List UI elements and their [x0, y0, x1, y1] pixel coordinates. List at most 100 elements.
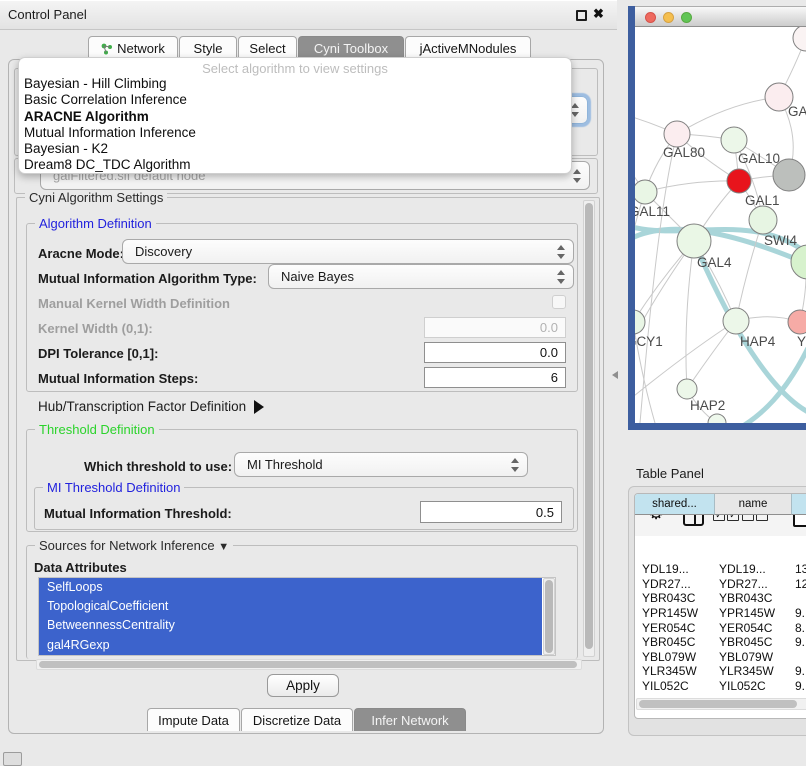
table-row[interactable]: YBL079WYBL079W [635, 650, 806, 665]
attribute-item[interactable]: SelfLoops [39, 578, 542, 597]
network-node[interactable] [749, 206, 777, 234]
table-row[interactable]: YBR043CYBR043C [635, 591, 806, 606]
mi-threshold-label: Mutual Information Threshold: [44, 506, 232, 521]
network-edge[interactable] [736, 220, 763, 321]
table-cell: 12 [792, 577, 806, 591]
network-edge[interactable] [635, 241, 694, 345]
network-node[interactable] [788, 310, 806, 334]
close-traffic-light[interactable] [645, 12, 656, 23]
network-node[interactable] [791, 245, 806, 279]
algorithm-option[interactable]: ARACNE Algorithm [19, 109, 571, 125]
close-icon[interactable]: ✖ [593, 6, 604, 22]
settings-horizontal-scrollbar[interactable] [36, 659, 582, 670]
attribute-item[interactable]: gal4RGexp [39, 636, 542, 655]
kernel-width-field[interactable] [424, 317, 566, 338]
table-row[interactable]: YDR27...YDR27...12 [635, 577, 806, 592]
table-cell: YPR145W [715, 606, 792, 620]
minimized-panel-chip[interactable] [3, 752, 22, 766]
kernel-width-label: Kernel Width (0,1): [38, 321, 153, 336]
network-edge[interactable] [736, 348, 806, 423]
table-rows: YDL19...YDL19...13YDR27...YDR27...12YBR0… [635, 562, 806, 693]
tab-jactivemnodules[interactable]: jActiveMNodules [405, 36, 531, 59]
attributes-list-scrollbar[interactable] [543, 578, 555, 655]
mi-steps-field[interactable] [424, 367, 566, 388]
mi-type-label: Mutual Information Algorithm Type: [38, 271, 257, 286]
network-node[interactable] [677, 224, 711, 258]
control-panel-header [0, 0, 617, 30]
table-row[interactable]: YER054CYER054C8. [635, 620, 806, 635]
table-panel-inner: ⚙ ✓ ✓ shared... name YDL19...YDL19...13Y… [634, 493, 806, 719]
column-header-third[interactable] [792, 494, 806, 515]
mi-threshold-field[interactable] [420, 501, 562, 523]
aracne-mode-combo[interactable]: Discovery [122, 239, 574, 264]
table-cell: YIL052C [635, 679, 715, 693]
float-window-icon[interactable] [576, 10, 587, 21]
node-label: HAP4 [740, 334, 776, 349]
network-node[interactable] [721, 127, 747, 153]
table-row[interactable]: YIL052CYIL052C9. [635, 679, 806, 693]
network-view-window: GALGAL80GAL10GAL1SWI4GAL11GAL4GCY1HAP4YH… [628, 6, 806, 430]
network-edge[interactable] [645, 181, 739, 192]
zoom-traffic-light[interactable] [681, 12, 692, 23]
network-node[interactable] [727, 169, 751, 193]
algorithm-option[interactable]: Dream8 DC_TDC Algorithm [19, 157, 571, 173]
algorithm-dropdown-popup: Select algorithm to view settings Bayesi… [18, 57, 572, 174]
network-edge[interactable] [686, 241, 694, 389]
node-label: GAL11 [635, 204, 670, 219]
network-node[interactable] [635, 180, 657, 204]
table-cell: YBL079W [635, 650, 715, 664]
tab-style[interactable]: Style [179, 36, 237, 59]
algorithm-option[interactable]: Mutual Information Inference [19, 125, 571, 141]
tab-network[interactable]: Network [88, 36, 178, 59]
which-threshold-combo[interactable]: MI Threshold [234, 452, 528, 477]
algorithm-option[interactable]: Bayesian - K2 [19, 141, 571, 157]
tab-infer-network[interactable]: Infer Network [354, 708, 466, 731]
dpi-tolerance-field[interactable] [424, 342, 566, 363]
network-node[interactable] [793, 27, 806, 51]
table-horizontal-scrollbar[interactable] [636, 698, 806, 710]
table-cell: YDR27... [635, 577, 715, 591]
attribute-item[interactable]: TopologicalCoefficient [39, 597, 542, 616]
mi-type-combo[interactable]: Naive Bayes [268, 264, 574, 289]
network-node[interactable] [635, 310, 645, 334]
algorithm-option[interactable]: Basic Correlation Inference [19, 92, 571, 108]
settings-vertical-scrollbar[interactable] [583, 200, 595, 657]
data-attributes-list[interactable]: SelfLoopsTopologicalCoefficientBetweenne… [38, 577, 556, 656]
algorithm-option[interactable]: Bayesian - Hill Climbing [19, 76, 571, 92]
node-label: GCY1 [635, 334, 663, 349]
scrollbar-thumb[interactable] [585, 203, 593, 649]
control-panel-title: Control Panel [8, 7, 87, 22]
network-node[interactable] [677, 379, 697, 399]
hub-section-toggle[interactable]: Hub/Transcription Factor Definition [38, 399, 264, 414]
network-edge[interactable] [640, 134, 677, 423]
minimize-traffic-light[interactable] [663, 12, 674, 23]
tab-cyni-toolbox[interactable]: Cyni Toolbox [298, 36, 404, 59]
popup-hint: Select algorithm to view settings [19, 61, 571, 76]
apply-button[interactable]: Apply [267, 674, 339, 697]
table-row[interactable]: YDL19...YDL19...13 [635, 562, 806, 577]
network-node[interactable] [664, 121, 690, 147]
scrollbar-thumb[interactable] [639, 700, 797, 708]
table-row[interactable]: YBR045CYBR045C9. [635, 635, 806, 650]
tab-discretize-data[interactable]: Discretize Data [241, 708, 353, 731]
scrollbar-thumb[interactable] [545, 580, 553, 653]
tab-impute-data[interactable]: Impute Data [147, 708, 240, 731]
combo-spinner-icon [510, 458, 519, 472]
splitter-collapse-arrow[interactable] [612, 371, 618, 379]
column-header-shared[interactable]: shared... [635, 494, 715, 515]
network-node[interactable] [723, 308, 749, 334]
network-canvas[interactable]: GALGAL80GAL10GAL1SWI4GAL11GAL4GCY1HAP4YH… [635, 27, 806, 423]
table-row[interactable]: YPR145WYPR145W9. [635, 606, 806, 621]
table-cell: YDL19... [635, 562, 715, 576]
attribute-item[interactable]: BetweennessCentrality [39, 616, 542, 635]
column-header-name[interactable]: name [715, 494, 792, 515]
table-row[interactable]: YLR345WYLR345W9. [635, 664, 806, 679]
network-node[interactable] [708, 414, 726, 423]
network-node[interactable] [773, 159, 805, 191]
tab-select[interactable]: Select [238, 36, 297, 59]
scrollbar-thumb[interactable] [39, 661, 577, 668]
network-window-titlebar[interactable] [635, 6, 806, 27]
node-label: GAL4 [697, 255, 732, 270]
manual-kernel-checkbox[interactable] [552, 295, 566, 309]
table-cell: YBL079W [715, 650, 792, 664]
